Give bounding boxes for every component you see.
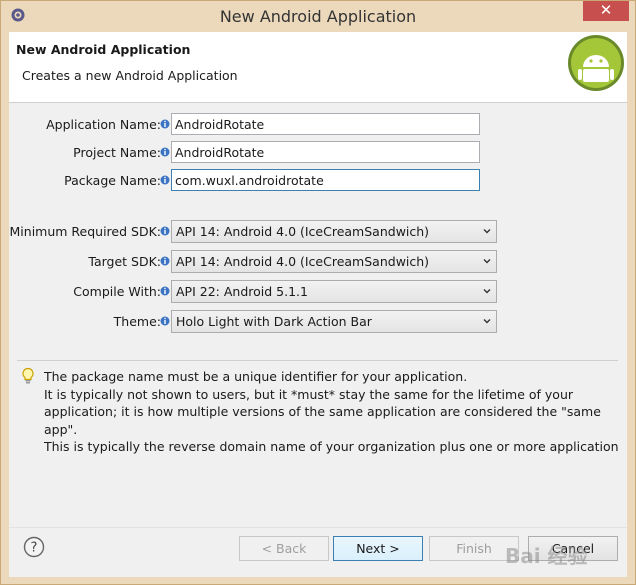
theme-row: Theme:	[9, 310, 170, 332]
target-sdk-value: API 14: Android 4.0 (IceCreamSandwich)	[176, 254, 430, 269]
target-sdk-label: Target SDK:	[88, 254, 161, 269]
project-name-label: Project Name:	[73, 145, 161, 160]
hint-line: The package name must be a unique identi…	[44, 369, 468, 384]
min-sdk-value: API 14: Android 4.0 (IceCreamSandwich)	[176, 224, 430, 239]
project-name-row: Project Name:	[9, 141, 170, 163]
application-name-label: Application Name:	[46, 117, 161, 132]
min-sdk-label: Minimum Required SDK:	[9, 224, 161, 239]
hint-text: The package name must be a unique identi…	[44, 368, 619, 456]
wizard-banner: New Android Application Creates a new An…	[9, 32, 627, 103]
chevron-down-icon	[483, 289, 491, 294]
compile-with-select[interactable]: API 22: Android 5.1.1	[171, 280, 497, 303]
dialog-window: New Android Application ✕ New Android Ap…	[0, 0, 636, 585]
hint-line: This is typically the reverse domain nam…	[44, 439, 619, 454]
target-sdk-select[interactable]: API 14: Android 4.0 (IceCreamSandwich)	[171, 250, 497, 273]
theme-label: Theme:	[113, 314, 161, 329]
compile-with-row: Compile With:	[9, 280, 170, 302]
application-name-row: Application Name:	[9, 113, 170, 135]
min-sdk-select[interactable]: API 14: Android 4.0 (IceCreamSandwich)	[171, 220, 497, 243]
package-name-label: Package Name:	[64, 173, 161, 188]
chevron-down-icon	[483, 259, 491, 264]
project-name-input[interactable]	[171, 141, 480, 163]
chevron-down-icon	[483, 229, 491, 234]
banner-title: New Android Application	[16, 42, 191, 57]
close-button[interactable]: ✕	[583, 1, 629, 21]
theme-value: Holo Light with Dark Action Bar	[176, 314, 372, 329]
info-icon	[160, 147, 170, 157]
info-icon	[160, 286, 170, 296]
chevron-down-icon	[483, 319, 491, 324]
application-name-input[interactable]	[171, 113, 480, 135]
android-logo-icon	[568, 35, 624, 91]
info-icon	[160, 226, 170, 236]
compile-with-label: Compile With:	[73, 284, 161, 299]
info-icon	[160, 256, 170, 266]
svg-text:?: ?	[31, 541, 38, 556]
info-icon	[160, 175, 170, 185]
back-button[interactable]: < Back	[239, 536, 329, 561]
package-name-row: Package Name:	[9, 169, 170, 191]
help-icon[interactable]: ?	[23, 536, 45, 558]
info-icon	[160, 316, 170, 326]
package-name-input[interactable]	[171, 169, 480, 191]
min-sdk-row: Minimum Required SDK:	[9, 220, 170, 242]
banner-description: Creates a new Android Application	[22, 68, 238, 83]
window-title: New Android Application	[219, 7, 417, 26]
watermark: Bai 经验	[505, 544, 588, 568]
button-bar-separator	[9, 527, 627, 528]
theme-select[interactable]: Holo Light with Dark Action Bar	[171, 310, 497, 333]
target-sdk-row: Target SDK:	[9, 250, 170, 272]
title-bar[interactable]: New Android Application ✕	[1, 1, 635, 31]
lightbulb-icon	[22, 367, 34, 384]
compile-with-value: API 22: Android 5.1.1	[176, 284, 308, 299]
next-button[interactable]: Next >	[333, 536, 423, 561]
hint-line: It is typically not shown to users, but …	[44, 386, 601, 437]
info-icon	[160, 119, 170, 129]
wizard-client-area: New Android Application Creates a new An…	[9, 32, 627, 577]
hint-separator	[17, 360, 618, 361]
